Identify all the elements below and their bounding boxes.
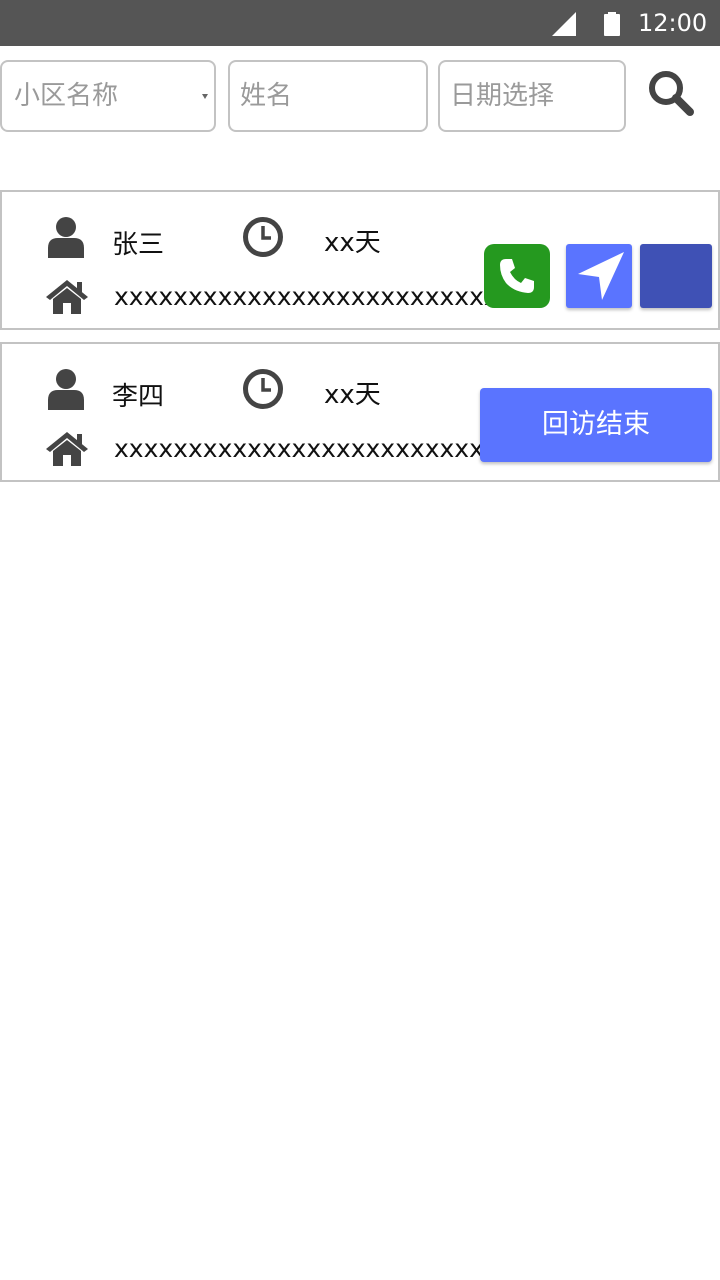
name-input[interactable]: 姓名 — [228, 60, 428, 132]
end-visit-button[interactable]: 回访结束 — [480, 388, 712, 462]
call-button[interactable] — [484, 244, 550, 308]
search-icon[interactable] — [646, 68, 696, 118]
visit-card[interactable]: 张三 xx天 xxxxxxxxxxxxxxxxxxxxxxxxxxx — [0, 190, 720, 330]
date-input-placeholder: 日期选择 — [450, 81, 555, 111]
visit-days: xx天 — [324, 228, 381, 258]
resident-address: xxxxxxxxxxxxxxxxxxxxxxxxxxx — [114, 282, 514, 311]
resident-address: xxxxxxxxxxxxxxxxxxxxxxxxxxx — [114, 434, 514, 463]
phone-icon — [500, 259, 534, 293]
signal-icon — [552, 12, 576, 36]
home-icon — [46, 432, 88, 466]
battery-icon — [604, 12, 620, 36]
user-icon — [48, 369, 84, 410]
user-icon — [48, 217, 84, 258]
square-button[interactable] — [640, 244, 712, 308]
clock-icon — [243, 217, 283, 257]
dropdown-arrow-icon — [202, 94, 208, 99]
date-picker-input[interactable]: 日期选择 — [438, 60, 626, 132]
navigation-button[interactable] — [566, 244, 632, 308]
home-icon — [46, 280, 88, 314]
resident-name: 李四 — [112, 382, 165, 412]
community-select-value: 小区名称 — [14, 81, 119, 111]
visit-days: xx天 — [324, 380, 381, 410]
name-input-placeholder: 姓名 — [240, 81, 293, 111]
navigation-icon — [578, 252, 624, 300]
clock-icon — [243, 369, 283, 409]
status-bar: 12:00 — [0, 0, 720, 46]
visit-card[interactable]: 李四 xx天 xxxxxxxxxxxxxxxxxxxxxxxxxxx 回访结束 — [0, 342, 720, 482]
resident-name: 张三 — [112, 230, 165, 260]
community-select[interactable]: 小区名称 — [0, 60, 216, 132]
status-time: 12:00 — [638, 9, 708, 37]
